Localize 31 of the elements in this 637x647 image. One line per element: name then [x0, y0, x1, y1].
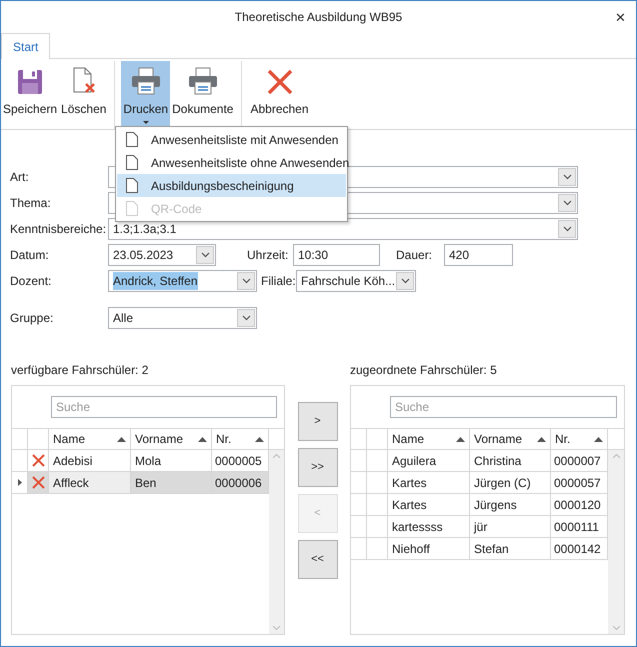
table-cell: Mola	[131, 450, 212, 471]
table-cell: Kartes	[388, 494, 470, 515]
combo-value: 23.05.2023	[113, 247, 174, 264]
table-cell: jür	[470, 516, 551, 537]
field-label: Thema:	[10, 195, 52, 212]
combo-value: Fahrschule Köh...	[301, 273, 396, 290]
table-cell: Aguilera	[388, 450, 470, 471]
field-label: Uhrzeit:	[247, 247, 290, 264]
field-label: Gruppe:	[10, 310, 54, 327]
table-cell: Niehoff	[388, 538, 470, 559]
list-caption: zugeordnete Fahrschüler: 5	[350, 362, 498, 379]
table-cell: Jürgen (C)	[470, 472, 551, 493]
table-cell: Affleck	[49, 472, 131, 493]
table-cell: Christina	[470, 450, 551, 471]
table-cell: Ben	[131, 472, 212, 493]
combo-value: Andrick, Steffen	[113, 272, 198, 290]
combo-value: Alle	[113, 310, 134, 327]
window-title: Theoretische Ausbildung WB95	[234, 9, 402, 26]
field-label: Filiale:	[261, 273, 296, 290]
field-label: Art:	[10, 169, 30, 186]
table-cell: Jürgens	[470, 494, 551, 515]
table-cell: Stefan	[470, 538, 551, 559]
field-label: Kenntnisbereiche:	[10, 221, 108, 238]
field-label: Dauer:	[396, 247, 434, 264]
table-cell: Adebisi	[49, 450, 131, 471]
table-cell: Kartes	[388, 472, 470, 493]
combo-value: 1.3;1.3a;3.1	[113, 221, 176, 238]
field-label: Datum:	[10, 247, 50, 264]
field-label: Dozent:	[10, 273, 52, 290]
list-caption: verfügbare Fahrschüler: 2	[11, 362, 150, 379]
table-cell: kartessss	[388, 516, 470, 537]
